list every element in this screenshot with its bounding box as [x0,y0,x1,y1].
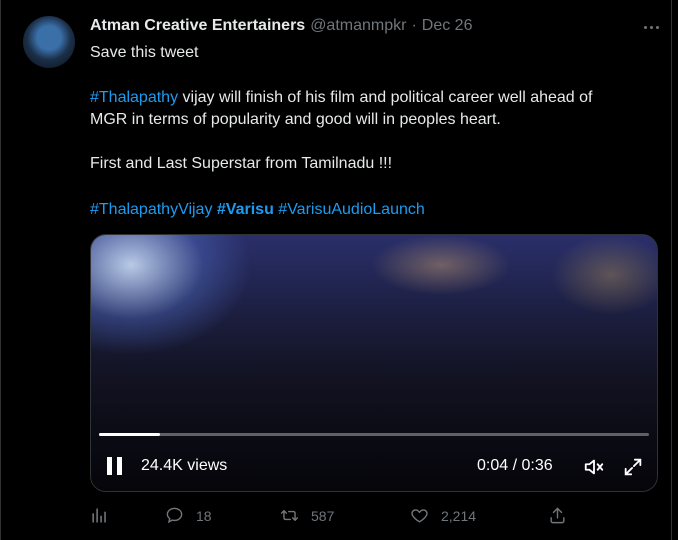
tweet-text-line: MGR in terms of popularity and good will… [90,111,501,128]
reply-button[interactable]: 18 [165,506,212,525]
reply-icon [166,507,183,524]
hashtag-link[interactable]: #ThalapathyVijay [90,201,212,218]
bar-chart-icon [92,508,106,523]
video-player[interactable]: 24.4K views 0:04 / 0:36 [90,234,658,492]
hashtag-link[interactable]: #Varisu [217,201,274,218]
retweet-count: 587 [311,507,335,524]
tweet-date[interactable]: Dec 26 [422,17,473,35]
separator-dot: · [411,17,417,34]
view-count: 24.4K views [141,457,228,474]
tweet-text-line: #Thalapathy vijay will finish of his fil… [90,87,592,109]
tweet-header: Atman Creative Entertainers @atmanmpkr ·… [90,17,472,37]
like-count: 2,214 [441,507,477,524]
fullscreen-icon[interactable] [622,456,644,478]
more-options-icon[interactable] [639,21,663,33]
share-icon [550,507,565,524]
share-button[interactable] [548,506,567,525]
heart-icon [411,509,428,523]
pause-icon[interactable] [107,457,125,477]
hashtag-line: #ThalapathyVijay #Varisu #VarisuAudioLau… [90,199,425,221]
mute-icon[interactable] [583,456,605,478]
analytics-button[interactable] [90,506,109,525]
author-handle[interactable]: @atmanmpkr [310,17,406,35]
video-progress-fill [99,433,160,436]
tweet-card[interactable]: Atman Creative Entertainers @atmanmpkr ·… [0,0,672,540]
hashtag-link[interactable]: #Thalapathy [90,89,178,106]
retweet-button[interactable]: 587 [280,506,334,525]
hashtag-link[interactable]: #VarisuAudioLaunch [278,201,424,218]
tweet-text-line: First and Last Superstar from Tamilnadu … [90,155,393,172]
video-time: 0:04 / 0:36 [477,457,553,474]
retweet-icon [280,510,299,521]
tweet-text-line: Save this tweet [90,44,199,61]
author-name[interactable]: Atman Creative Entertainers [90,17,305,35]
video-progress-bar[interactable] [99,433,649,436]
like-button[interactable]: 2,214 [410,506,476,525]
tweet-actions: 18 587 2,214 [90,506,570,530]
avatar[interactable] [23,16,75,68]
tweet-text: vijay will finish of his film and politi… [178,89,593,106]
reply-count: 18 [196,507,212,524]
